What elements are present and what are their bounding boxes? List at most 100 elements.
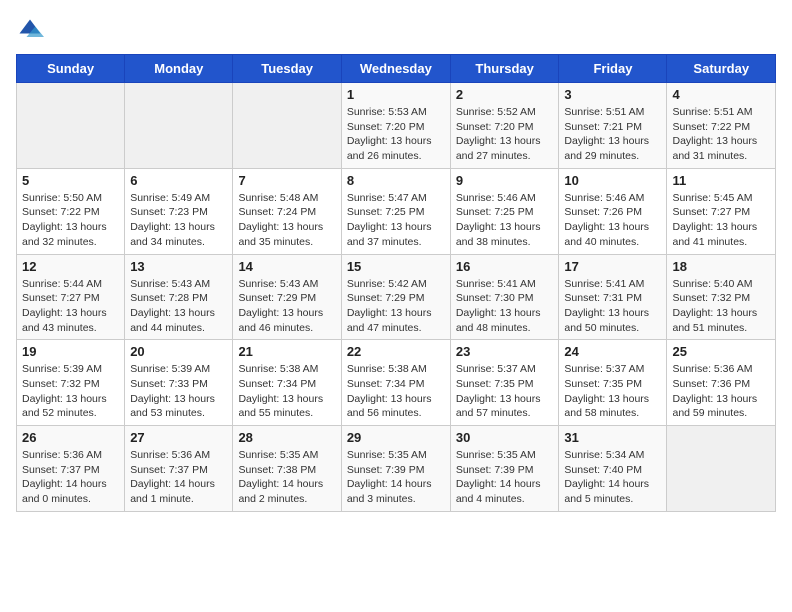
day-info: Sunrise: 5:53 AMSunset: 7:20 PMDaylight:… xyxy=(347,105,445,164)
weekday-header: Monday xyxy=(125,55,233,83)
calendar-cell: 16Sunrise: 5:41 AMSunset: 7:30 PMDayligh… xyxy=(450,254,559,340)
day-number: 22 xyxy=(347,344,445,359)
weekday-header: Friday xyxy=(559,55,667,83)
calendar-cell: 12Sunrise: 5:44 AMSunset: 7:27 PMDayligh… xyxy=(17,254,125,340)
calendar: SundayMondayTuesdayWednesdayThursdayFrid… xyxy=(16,54,776,512)
calendar-cell: 17 Sunrise: 5:41 AMSunset: 7:31 PMDayligh… xyxy=(559,254,667,340)
day-number: 13 xyxy=(130,259,227,274)
calendar-cell: 7 Sunrise: 5:48 AMSunset: 7:24 PMDaylight… xyxy=(233,168,341,254)
day-info: Sunrise: 5:51 AMSunset: 7:22 PMDaylight:… xyxy=(672,105,770,164)
day-info: Sunrise: 5:39 AMSunset: 7:32 PMDaylight:… xyxy=(22,362,119,421)
day-info: Sunrise: 5:46 AMSunset: 7:26 PMDaylight:… xyxy=(564,191,661,250)
day-number: 16 xyxy=(456,259,554,274)
calendar-cell: 19 Sunrise: 5:39 AMSunset: 7:32 PMDayligh… xyxy=(17,340,125,426)
day-number: 4 xyxy=(672,87,770,102)
calendar-cell xyxy=(667,426,776,512)
calendar-cell: 25 Sunrise: 5:36 AMSunset: 7:36 PMDayligh… xyxy=(667,340,776,426)
calendar-cell: 27Sunrise: 5:36 AMSunset: 7:37 PMDayligh… xyxy=(125,426,233,512)
day-info: Sunrise: 5:41 AMSunset: 7:31 PMDaylight:… xyxy=(564,277,661,336)
calendar-cell xyxy=(233,83,341,169)
weekday-header: Thursday xyxy=(450,55,559,83)
day-info: Sunrise: 5:43 AMSunset: 7:29 PMDaylight:… xyxy=(238,277,335,336)
day-info: Sunrise: 5:52 AMSunset: 7:20 PMDaylight:… xyxy=(456,105,554,164)
day-number: 28 xyxy=(238,430,335,445)
logo xyxy=(16,16,48,44)
day-info: Sunrise: 5:37 AMSunset: 7:35 PMDaylight:… xyxy=(456,362,554,421)
weekday-header: Wednesday xyxy=(341,55,450,83)
calendar-cell: 4 Sunrise: 5:51 AMSunset: 7:22 PMDaylight… xyxy=(667,83,776,169)
calendar-cell: 28 Sunrise: 5:35 AMSunset: 7:38 PMDayligh… xyxy=(233,426,341,512)
calendar-cell: 23Sunrise: 5:37 AMSunset: 7:35 PMDayligh… xyxy=(450,340,559,426)
day-number: 19 xyxy=(22,344,119,359)
day-info: Sunrise: 5:35 AMSunset: 7:39 PMDaylight:… xyxy=(347,448,445,507)
calendar-week-row: 19 Sunrise: 5:39 AMSunset: 7:32 PMDayligh… xyxy=(17,340,776,426)
day-number: 2 xyxy=(456,87,554,102)
weekday-header: Sunday xyxy=(17,55,125,83)
day-number: 25 xyxy=(672,344,770,359)
calendar-cell: 13 Sunrise: 5:43 AMSunset: 7:28 PMDayligh… xyxy=(125,254,233,340)
day-info: Sunrise: 5:50 AMSunset: 7:22 PMDaylight:… xyxy=(22,191,119,250)
day-info: Sunrise: 5:39 AMSunset: 7:33 PMDaylight:… xyxy=(130,362,227,421)
day-number: 1 xyxy=(347,87,445,102)
day-info: Sunrise: 5:36 AMSunset: 7:37 PMDaylight:… xyxy=(130,448,227,507)
header xyxy=(16,16,776,44)
day-info: Sunrise: 5:38 AMSunset: 7:34 PMDaylight:… xyxy=(238,362,335,421)
day-info: Sunrise: 5:35 AMSunset: 7:38 PMDaylight:… xyxy=(238,448,335,507)
day-info: Sunrise: 5:38 AMSunset: 7:34 PMDaylight:… xyxy=(347,362,445,421)
day-number: 21 xyxy=(238,344,335,359)
day-number: 17 xyxy=(564,259,661,274)
calendar-cell xyxy=(125,83,233,169)
day-number: 8 xyxy=(347,173,445,188)
day-info: Sunrise: 5:40 AMSunset: 7:32 PMDaylight:… xyxy=(672,277,770,336)
day-number: 6 xyxy=(130,173,227,188)
day-number: 7 xyxy=(238,173,335,188)
day-number: 29 xyxy=(347,430,445,445)
day-number: 10 xyxy=(564,173,661,188)
day-number: 18 xyxy=(672,259,770,274)
day-number: 9 xyxy=(456,173,554,188)
calendar-cell: 31Sunrise: 5:34 AMSunset: 7:40 PMDayligh… xyxy=(559,426,667,512)
day-info: Sunrise: 5:48 AMSunset: 7:24 PMDaylight:… xyxy=(238,191,335,250)
calendar-cell: 22 Sunrise: 5:38 AMSunset: 7:34 PMDayligh… xyxy=(341,340,450,426)
calendar-cell: 2 Sunrise: 5:52 AMSunset: 7:20 PMDaylight… xyxy=(450,83,559,169)
calendar-cell: 14 Sunrise: 5:43 AMSunset: 7:29 PMDayligh… xyxy=(233,254,341,340)
calendar-cell: 18 Sunrise: 5:40 AMSunset: 7:32 PMDayligh… xyxy=(667,254,776,340)
calendar-week-row: 12Sunrise: 5:44 AMSunset: 7:27 PMDayligh… xyxy=(17,254,776,340)
day-number: 11 xyxy=(672,173,770,188)
day-info: Sunrise: 5:43 AMSunset: 7:28 PMDaylight:… xyxy=(130,277,227,336)
day-number: 31 xyxy=(564,430,661,445)
calendar-cell: 5 Sunrise: 5:50 AMSunset: 7:22 PMDaylight… xyxy=(17,168,125,254)
day-info: Sunrise: 5:37 AMSunset: 7:35 PMDaylight:… xyxy=(564,362,661,421)
day-number: 30 xyxy=(456,430,554,445)
day-info: Sunrise: 5:35 AMSunset: 7:39 PMDaylight:… xyxy=(456,448,554,507)
calendar-cell: 24Sunrise: 5:37 AMSunset: 7:35 PMDayligh… xyxy=(559,340,667,426)
calendar-body: 1 Sunrise: 5:53 AMSunset: 7:20 PMDaylight… xyxy=(17,83,776,512)
day-info: Sunrise: 5:51 AMSunset: 7:21 PMDaylight:… xyxy=(564,105,661,164)
calendar-header: SundayMondayTuesdayWednesdayThursdayFrid… xyxy=(17,55,776,83)
day-number: 3 xyxy=(564,87,661,102)
day-number: 20 xyxy=(130,344,227,359)
calendar-week-row: 26Sunrise: 5:36 AMSunset: 7:37 PMDayligh… xyxy=(17,426,776,512)
day-number: 12 xyxy=(22,259,119,274)
calendar-cell: 29 Sunrise: 5:35 AMSunset: 7:39 PMDayligh… xyxy=(341,426,450,512)
calendar-cell: 3 Sunrise: 5:51 AMSunset: 7:21 PMDaylight… xyxy=(559,83,667,169)
logo-icon xyxy=(16,16,44,44)
weekday-header: Tuesday xyxy=(233,55,341,83)
calendar-cell: 21 Sunrise: 5:38 AMSunset: 7:34 PMDayligh… xyxy=(233,340,341,426)
calendar-cell xyxy=(17,83,125,169)
calendar-cell: 10 Sunrise: 5:46 AMSunset: 7:26 PMDayligh… xyxy=(559,168,667,254)
day-number: 15 xyxy=(347,259,445,274)
weekday-row: SundayMondayTuesdayWednesdayThursdayFrid… xyxy=(17,55,776,83)
day-info: Sunrise: 5:45 AMSunset: 7:27 PMDaylight:… xyxy=(672,191,770,250)
day-number: 14 xyxy=(238,259,335,274)
calendar-cell: 26Sunrise: 5:36 AMSunset: 7:37 PMDayligh… xyxy=(17,426,125,512)
calendar-cell: 8Sunrise: 5:47 AMSunset: 7:25 PMDaylight… xyxy=(341,168,450,254)
day-info: Sunrise: 5:36 AMSunset: 7:37 PMDaylight:… xyxy=(22,448,119,507)
calendar-cell: 1 Sunrise: 5:53 AMSunset: 7:20 PMDaylight… xyxy=(341,83,450,169)
day-info: Sunrise: 5:36 AMSunset: 7:36 PMDaylight:… xyxy=(672,362,770,421)
day-info: Sunrise: 5:46 AMSunset: 7:25 PMDaylight:… xyxy=(456,191,554,250)
day-number: 5 xyxy=(22,173,119,188)
calendar-cell: 11 Sunrise: 5:45 AMSunset: 7:27 PMDayligh… xyxy=(667,168,776,254)
calendar-cell: 9 Sunrise: 5:46 AMSunset: 7:25 PMDaylight… xyxy=(450,168,559,254)
calendar-cell: 30 Sunrise: 5:35 AMSunset: 7:39 PMDayligh… xyxy=(450,426,559,512)
